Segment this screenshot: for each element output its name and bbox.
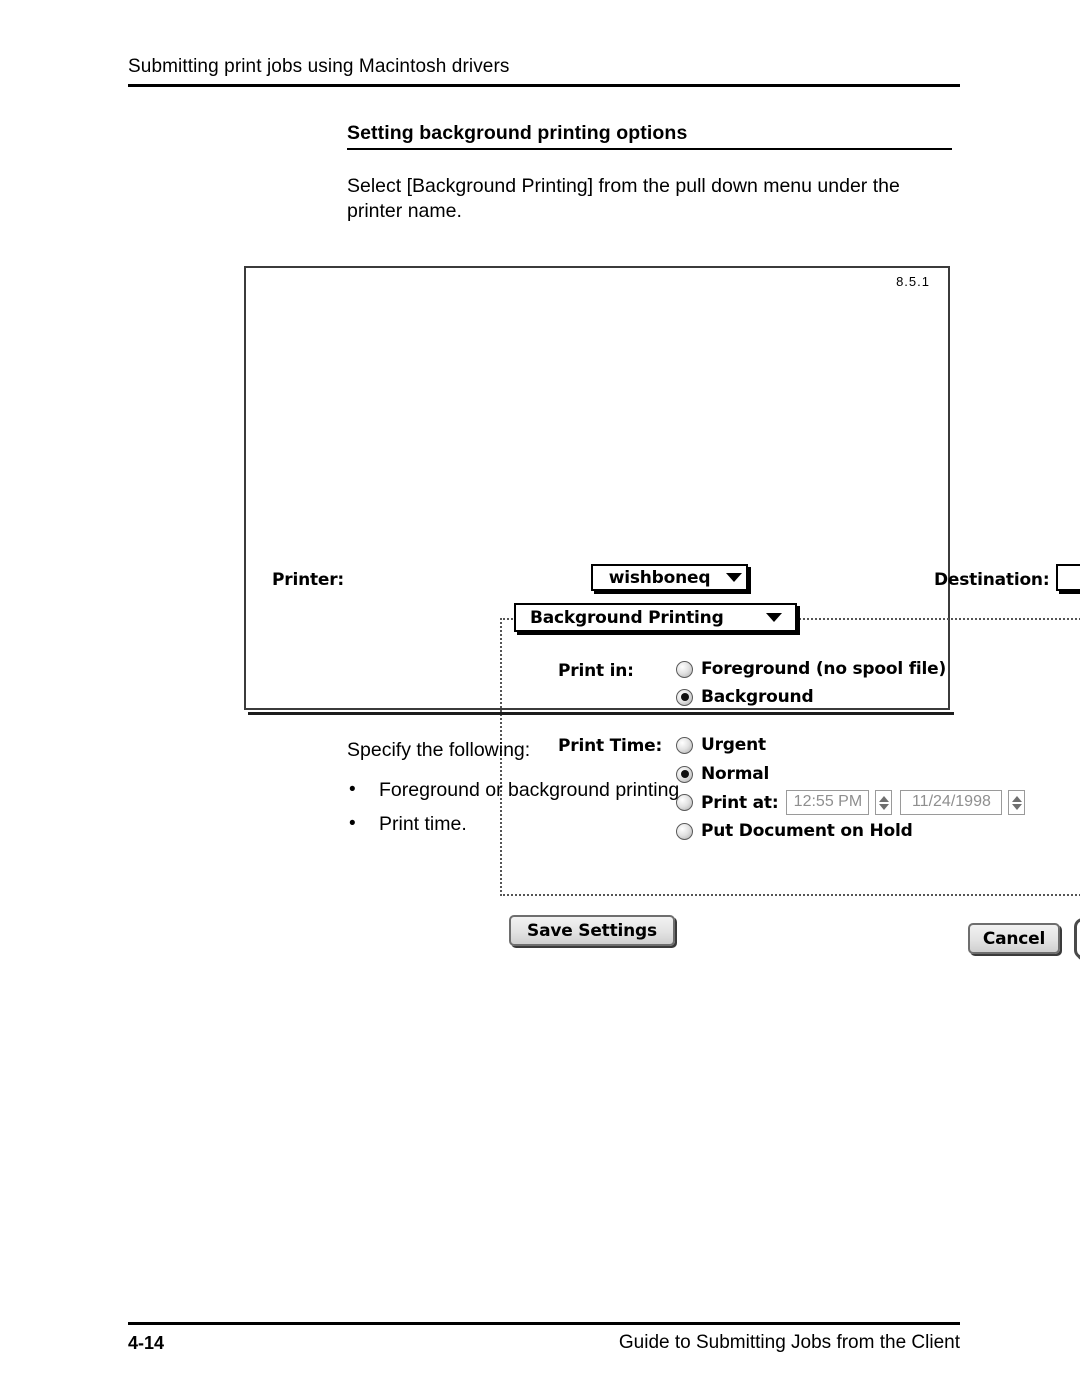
print-in-label: Print in: bbox=[558, 661, 634, 681]
section-heading-rule bbox=[347, 148, 952, 150]
intro-paragraph: Select [Background Printing] from the pu… bbox=[347, 175, 900, 222]
running-head: Submitting print jobs using Macintosh dr… bbox=[128, 56, 510, 77]
section-heading: Setting background printing options bbox=[347, 122, 688, 144]
print-at-date-stepper[interactable] bbox=[1008, 790, 1026, 815]
list-item-label: Print time. bbox=[379, 813, 467, 835]
bullet-icon: • bbox=[349, 779, 356, 800]
save-settings-button[interactable]: Save Settings bbox=[509, 915, 675, 946]
bullet-list: • Foreground or background printing • Pr… bbox=[347, 773, 947, 841]
radio-icon bbox=[676, 688, 693, 706]
footer-rule bbox=[128, 1322, 960, 1325]
list-item: • Print time. bbox=[347, 807, 947, 841]
list-item-label: Foreground or background printing bbox=[379, 779, 680, 801]
specify-paragraph: Specify the following: bbox=[347, 739, 531, 761]
radio-foreground[interactable]: Foreground (no spool file) bbox=[676, 659, 946, 679]
chevron-down-icon bbox=[722, 573, 746, 582]
print-dialog: 8.5.1 Printer: wishboneq Destination: Fi… bbox=[244, 266, 1080, 959]
header-rule bbox=[128, 84, 960, 87]
destination-label: Destination: bbox=[934, 570, 1050, 590]
radio-icon bbox=[676, 660, 693, 678]
pane-selector-value: Background Printing bbox=[530, 607, 724, 628]
destination-popup-value: File bbox=[1058, 568, 1080, 588]
radio-foreground-label: Foreground (no spool file) bbox=[701, 659, 947, 679]
bullet-icon: • bbox=[349, 813, 356, 834]
printer-label: Printer: bbox=[272, 570, 345, 590]
stepper-up-icon bbox=[1011, 795, 1022, 802]
printer-popup-menu[interactable]: wishboneq bbox=[591, 564, 748, 591]
cancel-button[interactable]: Cancel bbox=[968, 923, 1060, 954]
destination-popup-menu[interactable]: File bbox=[1056, 564, 1080, 591]
radio-background[interactable]: Background bbox=[676, 687, 814, 707]
radio-background-label: Background bbox=[701, 687, 814, 707]
footer-title: Guide to Submitting Jobs from the Client bbox=[618, 1332, 960, 1353]
chevron-down-icon bbox=[753, 613, 795, 622]
list-item: • Foreground or background printing bbox=[347, 773, 947, 807]
stepper-down-icon bbox=[1011, 803, 1022, 810]
printer-popup-value: wishboneq bbox=[608, 567, 711, 588]
dialog-version-label: 8.5.1 bbox=[896, 274, 930, 289]
pane-selector-popup-menu[interactable]: Background Printing bbox=[514, 603, 797, 632]
